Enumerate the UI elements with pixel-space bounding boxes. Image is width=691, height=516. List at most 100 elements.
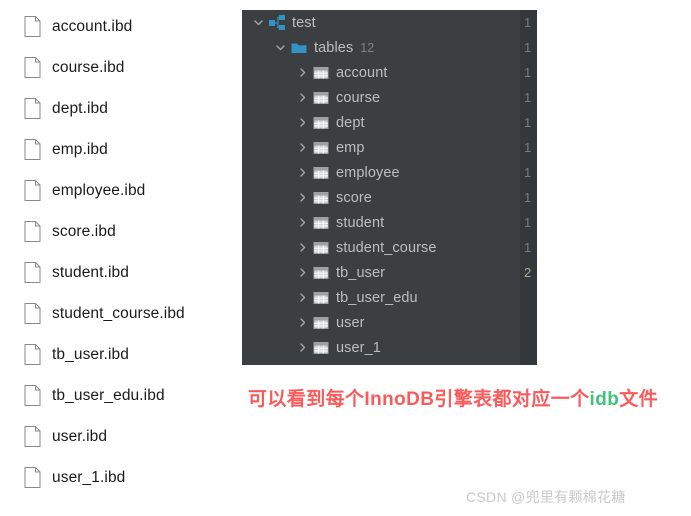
chevron-down-icon[interactable] xyxy=(274,41,287,54)
chevron-right-icon[interactable] xyxy=(296,191,309,204)
file-list-item[interactable]: tb_user_edu.ibd xyxy=(0,375,240,416)
annotation-part-3: 文件 xyxy=(619,389,659,410)
tree-gutter-number: 1 xyxy=(524,15,532,30)
file-list-item[interactable]: emp.ibd xyxy=(0,129,240,170)
chevron-right-icon[interactable] xyxy=(296,241,309,254)
tree-node-user[interactable]: user xyxy=(242,310,520,335)
tree-node-employee[interactable]: employee xyxy=(242,160,520,185)
chevron-right-icon[interactable] xyxy=(296,341,309,354)
file-list-item[interactable]: student_course.ibd xyxy=(0,293,240,334)
file-document-icon xyxy=(24,16,41,37)
file-list-item[interactable]: account.ibd xyxy=(0,6,240,47)
chevron-right-icon[interactable] xyxy=(296,91,309,104)
file-document-icon xyxy=(24,98,41,119)
table-icon xyxy=(313,65,329,81)
chevron-right-icon[interactable] xyxy=(296,266,309,279)
file-name-label: emp.ibd xyxy=(52,140,108,158)
file-name-label: tb_user_edu.ibd xyxy=(52,386,165,404)
file-name-label: course.ibd xyxy=(52,58,125,76)
file-name-label: dept.ibd xyxy=(52,99,108,117)
tree-node-emp[interactable]: emp xyxy=(242,135,520,160)
file-list-item[interactable]: dept.ibd xyxy=(0,88,240,129)
annotation-part-2-idb: idb xyxy=(589,389,620,410)
file-document-icon xyxy=(24,180,41,201)
tree-gutter-number xyxy=(520,285,537,310)
tree-node-user_1[interactable]: user_1 xyxy=(242,335,520,360)
file-name-label: student_course.ibd xyxy=(52,304,185,322)
tree-node-count: 12 xyxy=(360,40,375,55)
file-list-item[interactable]: user.ibd xyxy=(0,416,240,457)
file-name-label: user_1.ibd xyxy=(52,468,126,486)
tree-node-tb_user[interactable]: tb_user xyxy=(242,260,520,285)
table-icon xyxy=(313,115,329,131)
tree-node-score[interactable]: score xyxy=(242,185,520,210)
chevron-right-icon[interactable] xyxy=(296,66,309,79)
tree-node-label: test xyxy=(292,14,316,31)
chevron-right-icon[interactable] xyxy=(296,291,309,304)
ibd-file-list: account.ibd course.ibd dept.ibd emp.ibd empl… xyxy=(0,0,240,516)
file-list-item[interactable]: employee.ibd xyxy=(0,170,240,211)
tree-node-label: account xyxy=(336,64,388,81)
table-icon xyxy=(313,165,329,181)
annotation-text: 可以看到每个InnoDB引擎表都对应一个idb文件 xyxy=(248,384,658,411)
tree-gutter-number: 1 xyxy=(524,115,532,130)
file-list-item[interactable]: user_1.ibd xyxy=(0,457,240,498)
tree-gutter-number: 1 xyxy=(524,40,532,55)
file-list-item[interactable]: course.ibd xyxy=(0,47,240,88)
table-icon xyxy=(313,315,329,331)
file-document-icon xyxy=(24,385,41,406)
tree-node-label: student xyxy=(336,214,385,231)
tree-node-label: emp xyxy=(336,139,365,156)
tree-node-student_course[interactable]: student_course xyxy=(242,235,520,260)
database-tree-panel: test tables 12 account course dept emp employee… xyxy=(242,10,537,365)
tree-node-test[interactable]: test xyxy=(242,10,520,35)
tree-gutter-number xyxy=(520,310,537,335)
table-icon xyxy=(313,290,329,306)
file-document-icon xyxy=(24,344,41,365)
tree-node-label: tb_user_edu xyxy=(336,289,418,306)
file-name-label: account.ibd xyxy=(52,17,133,35)
table-icon xyxy=(313,90,329,106)
tree-node-tables[interactable]: tables 12 xyxy=(242,35,520,60)
tree-node-account[interactable]: account xyxy=(242,60,520,85)
file-document-icon xyxy=(24,262,41,283)
file-document-icon xyxy=(24,139,41,160)
tree-gutter-number: 2 xyxy=(524,265,532,280)
tree-node-label: employee xyxy=(336,164,400,181)
tree-node-student[interactable]: student xyxy=(242,210,520,235)
tree-gutter-number xyxy=(520,335,537,360)
file-list-item[interactable]: score.ibd xyxy=(0,211,240,252)
tree-gutter-number: 1 xyxy=(524,65,532,80)
folder-icon xyxy=(291,40,307,56)
chevron-down-icon[interactable] xyxy=(252,16,265,29)
table-icon xyxy=(313,265,329,281)
table-icon xyxy=(313,190,329,206)
file-list-item[interactable]: student.ibd xyxy=(0,252,240,293)
tree-node-label: user_1 xyxy=(336,339,381,356)
file-document-icon xyxy=(24,221,41,242)
chevron-right-icon[interactable] xyxy=(296,316,309,329)
schema-icon xyxy=(269,14,285,31)
annotation-part-1: 可以看到每个InnoDB引擎表都对应一个 xyxy=(248,389,590,410)
tree-node-course[interactable]: course xyxy=(242,85,520,110)
tree-gutter-number: 1 xyxy=(524,90,532,105)
file-name-label: employee.ibd xyxy=(52,181,146,199)
tree-node-dept[interactable]: dept xyxy=(242,110,520,135)
file-document-icon xyxy=(24,426,41,447)
csdn-watermark: CSDN @兜里有颗棉花糖 xyxy=(466,489,626,505)
file-list-item[interactable]: tb_user.ibd xyxy=(0,334,240,375)
tree-node-label: score xyxy=(336,189,372,206)
chevron-right-icon[interactable] xyxy=(296,116,309,129)
chevron-right-icon[interactable] xyxy=(296,166,309,179)
chevron-right-icon[interactable] xyxy=(296,141,309,154)
tree-node-label: tb_user xyxy=(336,264,386,281)
chevron-right-icon[interactable] xyxy=(296,216,309,229)
tree-gutter-number: 1 xyxy=(524,215,532,230)
tree-node-label: student_course xyxy=(336,239,437,256)
tree-gutter-number: 1 xyxy=(524,165,532,180)
tree-node-label: course xyxy=(336,89,381,106)
tree-gutter-number: 1 xyxy=(524,240,532,255)
file-document-icon xyxy=(24,57,41,78)
file-document-icon xyxy=(24,467,41,488)
tree-node-tb_user_edu[interactable]: tb_user_edu xyxy=(242,285,520,310)
